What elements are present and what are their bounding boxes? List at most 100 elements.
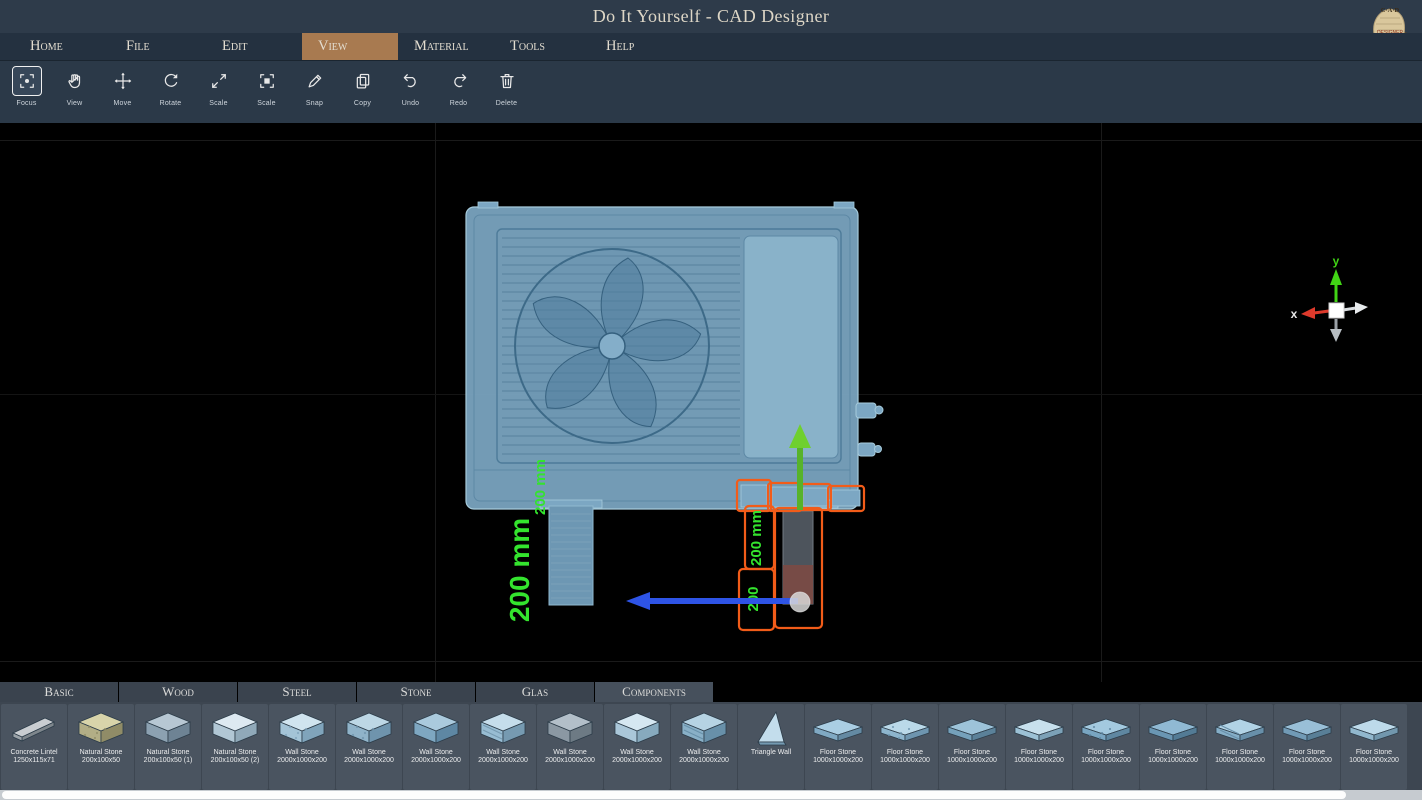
toolbar-button-view[interactable]: View	[56, 66, 93, 107]
tab-steel[interactable]: Steel	[238, 682, 356, 702]
orientation-gizmo[interactable]: y x	[1291, 254, 1368, 342]
material-label: Triangle Wall	[751, 749, 791, 757]
material-item[interactable]: Natural Stone200x100x50	[68, 704, 134, 790]
material-thumbnail	[609, 707, 665, 747]
selected-wall-stone[interactable]	[783, 511, 813, 604]
menu-item-help[interactable]: Help	[590, 33, 686, 60]
material-item[interactable]: Wall Stone2000x1000x200	[671, 704, 737, 790]
material-item[interactable]: Concrete Lintel1250x115x71	[1, 704, 67, 790]
material-thumbnail	[73, 707, 129, 747]
material-item[interactable]: Floor Stone1000x1000x200	[1274, 704, 1340, 790]
toolbar-button-delete[interactable]: Delete	[488, 66, 525, 107]
toolbar-button-undo[interactable]: Undo	[392, 66, 429, 107]
material-label: Wall Stone2000x1000x200	[612, 749, 662, 765]
material-label: Floor Stone1000x1000x200	[1081, 749, 1131, 765]
toolbar-button-focus[interactable]: Focus	[8, 66, 45, 107]
material-item[interactable]: Floor Stone1000x1000x200	[1140, 704, 1206, 790]
menu-item-material[interactable]: Material	[398, 33, 494, 60]
material-item[interactable]: Wall Stone2000x1000x200	[537, 704, 603, 790]
tab-wood[interactable]: Wood	[119, 682, 237, 702]
toolbar-button-label: Scale	[257, 100, 276, 107]
material-item[interactable]: Floor Stone1000x1000x200	[872, 704, 938, 790]
material-thumbnail	[408, 707, 464, 747]
material-name: Floor Stone	[813, 749, 863, 757]
viewport[interactable]: 200 mm 200 mm 200 mm 200 y x	[0, 123, 1422, 682]
material-item[interactable]: Floor Stone1000x1000x200	[1341, 704, 1407, 790]
x-axis-arrowhead[interactable]	[626, 592, 650, 610]
gizmo-y-cone[interactable]	[1330, 269, 1342, 285]
toolbar-button-label: Copy	[354, 100, 371, 107]
horizontal-scrollbar[interactable]	[0, 790, 1422, 800]
ac-unit-model[interactable]	[466, 202, 883, 509]
material-label: Wall Stone2000x1000x200	[478, 749, 528, 765]
material-item[interactable]: Natural Stone200x100x50 (1)	[135, 704, 201, 790]
material-item[interactable]: Wall Stone2000x1000x200	[604, 704, 670, 790]
y-axis-arrow[interactable]	[797, 446, 803, 510]
material-label: Floor Stone1000x1000x200	[1282, 749, 1332, 765]
snap-icon	[300, 66, 330, 96]
scrollbar-thumb[interactable]	[2, 791, 1346, 799]
material-name: Wall Stone	[679, 749, 729, 757]
toolbar-button-rotate[interactable]: Rotate	[152, 66, 189, 107]
material-thumbnail	[6, 707, 62, 747]
material-name: Floor Stone	[1081, 749, 1131, 757]
tab-basic[interactable]: Basic	[0, 682, 118, 702]
menu-item-view[interactable]: View	[302, 33, 398, 60]
menu-item-file[interactable]: File	[110, 33, 206, 60]
material-size: 2000x1000x200	[478, 757, 528, 765]
x-axis-arrow[interactable]	[648, 598, 798, 604]
material-item[interactable]: Natural Stone200x100x50 (2)	[202, 704, 268, 790]
material-size: 1000x1000x200	[1081, 757, 1131, 765]
material-item[interactable]: Triangle Wall	[738, 704, 804, 790]
toolbar-button-label: Scale	[209, 100, 228, 107]
material-thumbnail	[140, 707, 196, 747]
menu-item-tools[interactable]: Tools	[494, 33, 590, 60]
gizmo-x-cone[interactable]	[1301, 307, 1315, 319]
move-icon	[108, 66, 138, 96]
gizmo-center-cube[interactable]	[1329, 303, 1344, 318]
material-thumbnail	[676, 707, 732, 747]
material-label: Floor Stone1000x1000x200	[813, 749, 863, 765]
material-size: 1000x1000x200	[1282, 757, 1332, 765]
toolbar-button-move[interactable]: Move	[104, 66, 141, 107]
toolbar-button-redo[interactable]: Redo	[440, 66, 477, 107]
material-label: Natural Stone200x100x50 (1)	[144, 749, 193, 765]
material-item[interactable]: Floor Stone1000x1000x200	[1207, 704, 1273, 790]
material-item[interactable]: Floor Stone1000x1000x200	[939, 704, 1005, 790]
menu-item-edit[interactable]: Edit	[206, 33, 302, 60]
material-name: Wall Stone	[478, 749, 528, 757]
toolbar-button-scale2[interactable]: Scale	[248, 66, 285, 107]
material-name: Wall Stone	[411, 749, 461, 757]
toolbar-button-label: Redo	[450, 100, 468, 107]
material-item[interactable]: Floor Stone1000x1000x200	[1006, 704, 1072, 790]
material-size: 200x100x50 (1)	[144, 757, 193, 765]
toolbar-button-scale[interactable]: Scale	[200, 66, 237, 107]
left-foot-block[interactable]	[549, 506, 593, 605]
material-item[interactable]: Floor Stone1000x1000x200	[805, 704, 871, 790]
material-label: Floor Stone1000x1000x200	[1215, 749, 1265, 765]
gizmo-down-cone[interactable]	[1330, 329, 1342, 342]
material-item[interactable]: Wall Stone2000x1000x200	[336, 704, 402, 790]
toolbar-button-snap[interactable]: Snap	[296, 66, 333, 107]
material-size: 2000x1000x200	[545, 757, 595, 765]
tab-components[interactable]: Components	[595, 682, 713, 702]
toolbar-button-copy[interactable]: Copy	[344, 66, 381, 107]
gizmo-origin-sphere[interactable]	[790, 592, 810, 612]
material-size: 2000x1000x200	[411, 757, 461, 765]
material-item[interactable]: Wall Stone2000x1000x200	[470, 704, 536, 790]
menu-item-home[interactable]: Home	[14, 33, 110, 60]
material-item[interactable]: Wall Stone2000x1000x200	[403, 704, 469, 790]
material-name: Wall Stone	[612, 749, 662, 757]
material-item[interactable]: Wall Stone2000x1000x200	[269, 704, 335, 790]
scale-expand-icon	[204, 66, 234, 96]
material-name: Floor Stone	[1014, 749, 1064, 757]
material-label: Wall Stone2000x1000x200	[679, 749, 729, 765]
scene-canvas[interactable]: 200 mm 200 mm 200 mm 200 y x	[0, 123, 1422, 682]
material-label: Wall Stone2000x1000x200	[344, 749, 394, 765]
material-name: Natural Stone	[80, 749, 123, 757]
tab-glas[interactable]: Glas	[476, 682, 594, 702]
gizmo-z-cone[interactable]	[1355, 302, 1368, 314]
material-thumbnail	[207, 707, 263, 747]
tab-stone[interactable]: Stone	[357, 682, 475, 702]
material-item[interactable]: Floor Stone1000x1000x200	[1073, 704, 1139, 790]
